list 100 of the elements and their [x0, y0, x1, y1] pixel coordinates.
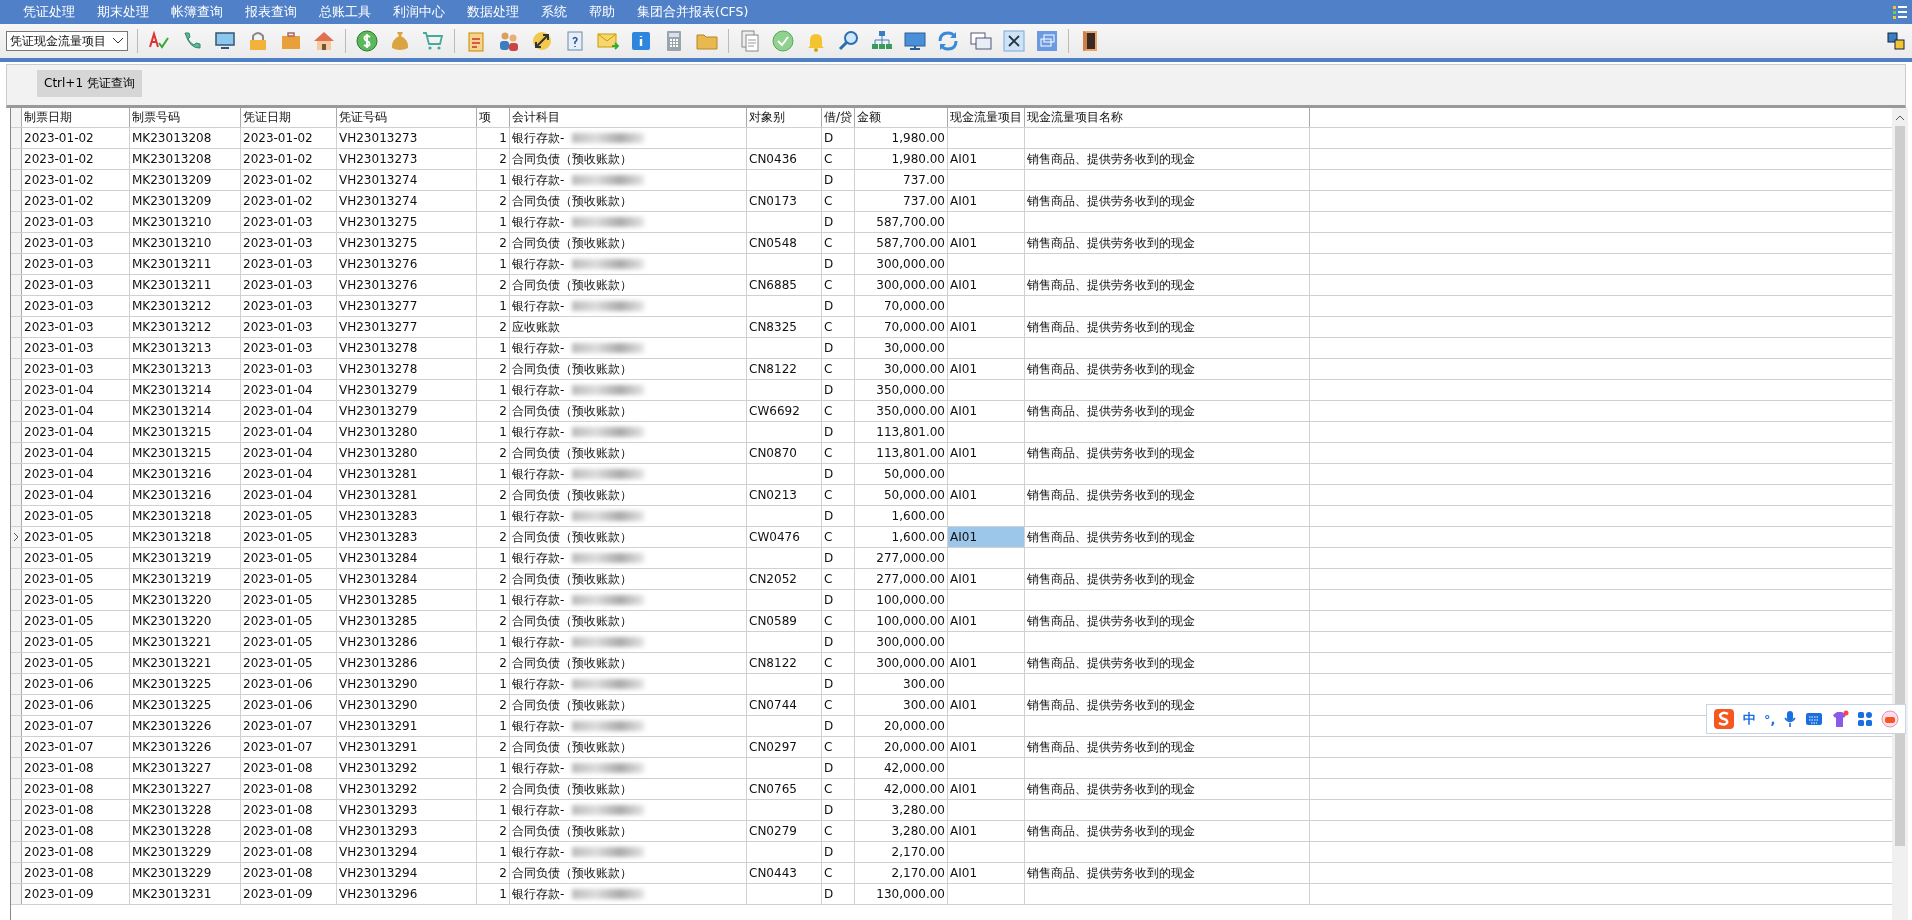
column-header[interactable]: 项: [477, 108, 510, 127]
scroll-thumb[interactable]: [1895, 126, 1905, 846]
vertical-scrollbar[interactable]: [1892, 108, 1908, 920]
table-cell: 30,000.00: [883, 341, 945, 355]
table-cell: AI01: [950, 824, 978, 838]
monitor-icon[interactable]: [903, 29, 927, 53]
menu-item[interactable]: 集团合并报表(CFS): [626, 3, 760, 21]
table-cell: 2023-01-08: [243, 866, 313, 880]
column-header[interactable]: 现金流量项目: [948, 108, 1025, 127]
table-cell: D: [824, 215, 834, 229]
table-cell: 销售商品、提供劳务收到的现金: [1027, 528, 1195, 546]
table-cell: 2023-01-03: [243, 320, 313, 334]
punctuation-toggle[interactable]: °,: [1764, 711, 1776, 727]
table-cell: 2: [499, 236, 507, 250]
mascot-icon[interactable]: [1881, 710, 1900, 728]
table-cell: 2023-01-03: [24, 362, 94, 376]
apps-grid-icon[interactable]: [1857, 711, 1874, 727]
table-cell: 2023-01-09: [243, 887, 313, 901]
table-cell: 350,000.00: [876, 404, 945, 418]
table-cell: VH23013280: [339, 425, 418, 439]
column-header[interactable]: 借/贷: [822, 108, 855, 127]
table-cell: D: [824, 383, 834, 397]
table-cell: 2023-01-08: [24, 824, 94, 838]
table-cell: 1: [499, 845, 507, 859]
table-cell: D: [824, 131, 834, 145]
table-cell: AI01: [950, 236, 978, 250]
column-header[interactable]: 会计科目: [510, 108, 747, 127]
menu-item[interactable]: 利润中心: [382, 3, 456, 21]
column-header[interactable]: 凭证日期: [241, 108, 337, 127]
table-cell: 2: [499, 698, 507, 712]
menu-item[interactable]: 帐簿查询: [160, 3, 234, 21]
table-cell: D: [824, 467, 834, 481]
house-icon[interactable]: [312, 29, 336, 53]
table-cell: 2023-01-04: [243, 488, 313, 502]
table-cell: 1: [499, 215, 507, 229]
table-cell: VH23013286: [339, 635, 418, 649]
table-cell: CN8122: [749, 656, 797, 670]
input-mode-toggle[interactable]: 中: [1743, 710, 1756, 728]
table-cell: 2023-01-03: [243, 257, 313, 271]
table-cell: 300,000.00: [876, 656, 945, 670]
table-cell: 银行存款-: [512, 339, 649, 357]
table-cell: 2023-01-02: [24, 152, 94, 166]
table-cell: 300,000.00: [876, 635, 945, 649]
table-cell: 2023-01-03: [24, 320, 94, 334]
menu-item[interactable]: 总账工具: [308, 3, 382, 21]
shirt-icon[interactable]: [1831, 710, 1850, 728]
table-cell: 2023-01-04: [24, 446, 94, 460]
table-cell: CN0443: [749, 866, 797, 880]
table-cell: 300.00: [903, 698, 945, 712]
table-cell: C: [824, 530, 833, 544]
table-cell: VH23013293: [339, 803, 418, 817]
dollar-coin-icon[interactable]: [355, 29, 379, 53]
table-cell: VH23013283: [339, 530, 418, 544]
column-header[interactable]: 对象别: [747, 108, 822, 127]
documents-icon[interactable]: [738, 29, 762, 53]
refresh-icon[interactable]: [936, 29, 960, 53]
table-cell: 2023-01-03: [24, 278, 94, 292]
table-cell: 销售商品、提供劳务收到的现金: [1027, 234, 1195, 252]
table-cell: MK23013215: [132, 446, 212, 460]
table-cell: 销售商品、提供劳务收到的现金: [1027, 570, 1195, 588]
menu-item[interactable]: 系统: [530, 3, 578, 21]
check-circle-icon[interactable]: [771, 29, 795, 53]
table-cell: 2023-01-04: [243, 404, 313, 418]
table-cell: C: [824, 278, 833, 292]
table-cell: VH23013291: [339, 719, 418, 733]
menu-item[interactable]: 帮助: [578, 3, 626, 21]
microphone-icon[interactable]: [1783, 710, 1798, 728]
column-header[interactable]: 制票日期: [22, 108, 130, 127]
table-cell: CN0279: [749, 824, 797, 838]
column-header[interactable]: 凭证号码: [337, 108, 477, 127]
close-icon[interactable]: [1002, 29, 1026, 53]
table-cell: MK23013212: [132, 320, 212, 334]
row-header[interactable]: [11, 527, 22, 547]
column-header[interactable]: 制票号码: [130, 108, 241, 127]
keyboard-icon[interactable]: [1805, 712, 1824, 726]
column-header[interactable]: 现金流量项目名称: [1025, 108, 1310, 127]
menu-item[interactable]: 报表查询: [234, 3, 308, 21]
menu-item[interactable]: 凭证处理: [12, 3, 86, 21]
search-icon[interactable]: [837, 29, 861, 53]
arrows-icon[interactable]: [530, 29, 554, 53]
report-type-dropdown[interactable]: 凭证现金流量项目: [6, 31, 128, 51]
table-cell: CN0213: [749, 488, 797, 502]
table-cell: CN0870: [749, 446, 797, 460]
menu-item[interactable]: 数据处理: [456, 3, 530, 21]
s-logo-icon[interactable]: [1713, 708, 1735, 730]
windows-icon[interactable]: [969, 29, 993, 53]
table-cell: MK23013213: [132, 341, 212, 355]
table-cell: 银行存款-: [512, 843, 649, 861]
table-cell: 销售商品、提供劳务收到的现金: [1027, 444, 1195, 462]
tab[interactable]: Ctrl+1 凭证查询: [37, 70, 142, 97]
column-header[interactable]: 金额: [855, 108, 948, 127]
table-cell: AI01: [950, 194, 978, 208]
window-restore-icon[interactable]: [1035, 29, 1059, 53]
table-cell: 2023-01-04: [24, 467, 94, 481]
info-icon[interactable]: [629, 29, 653, 53]
table-cell: MK23013215: [132, 425, 212, 439]
window-tile-icon[interactable]: [1886, 31, 1906, 51]
list-icon[interactable]: [1892, 4, 1908, 20]
table-cell: D: [824, 551, 834, 565]
menu-item[interactable]: 期末处理: [86, 3, 160, 21]
